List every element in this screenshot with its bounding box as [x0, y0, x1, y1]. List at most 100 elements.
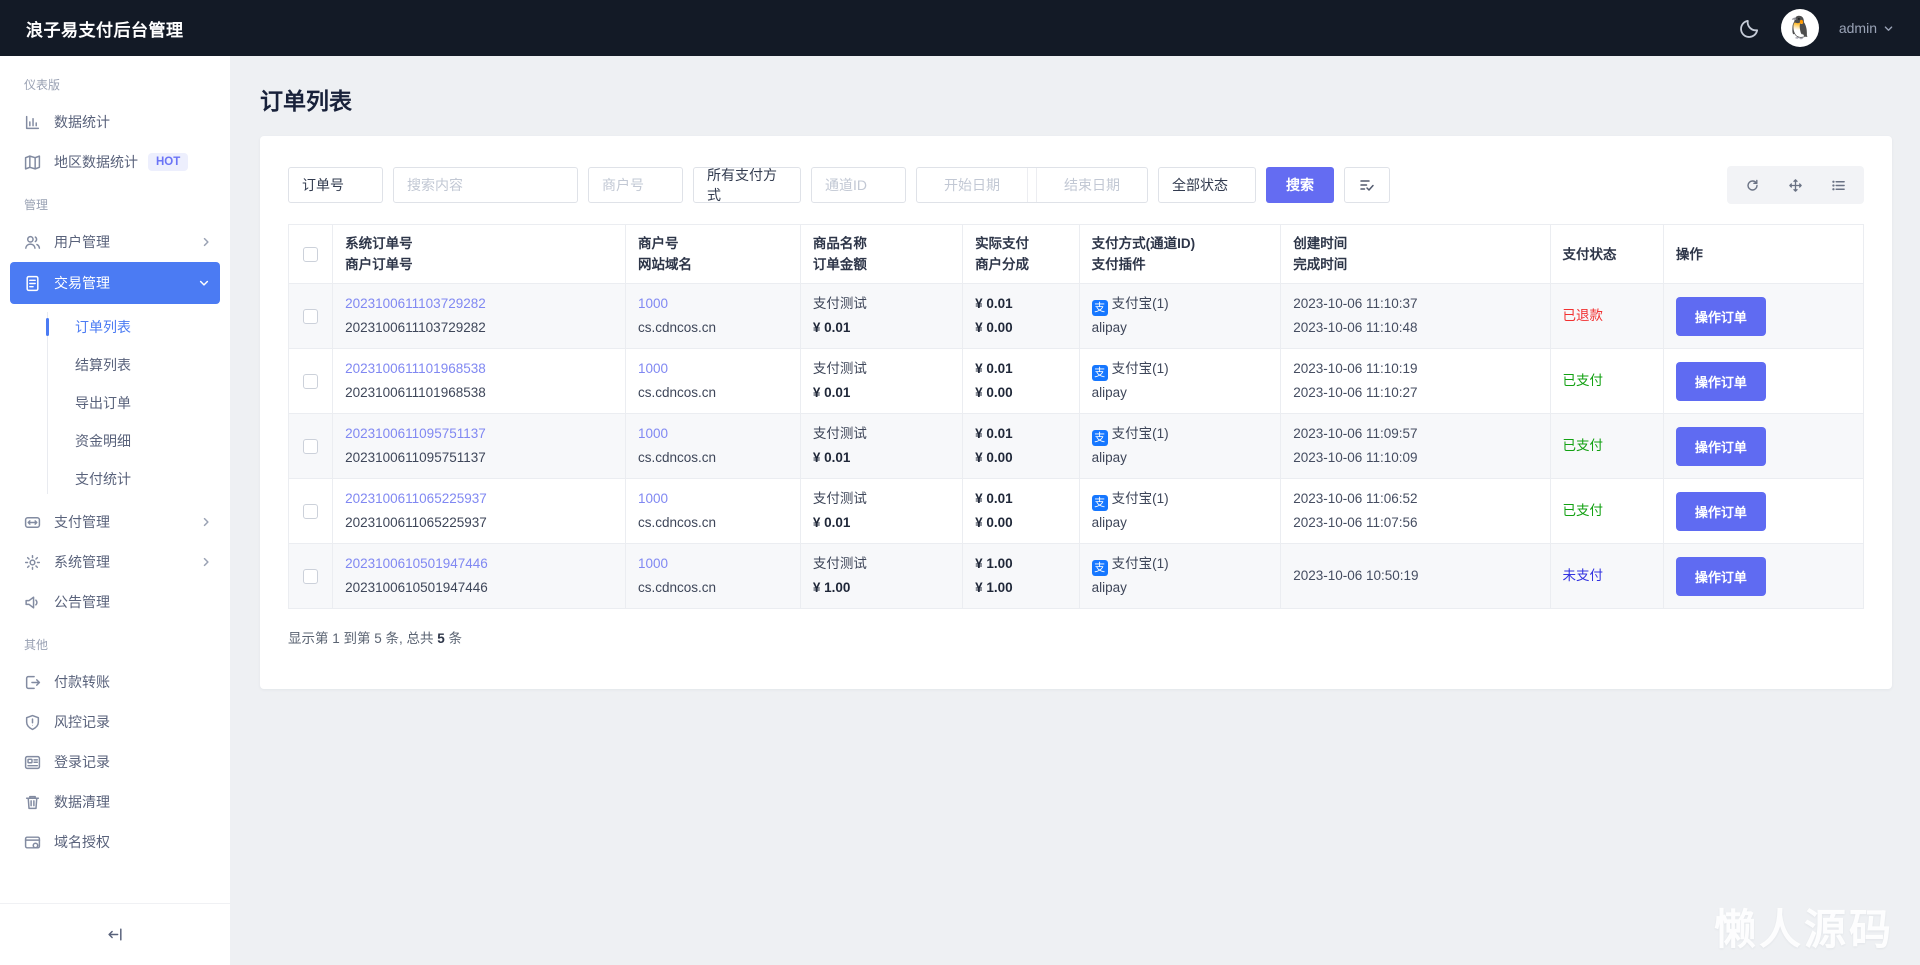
send-out-icon	[24, 674, 41, 691]
sidebar-item-data-stats[interactable]: 数据统计	[0, 102, 230, 142]
sidebar-item-announcement[interactable]: 公告管理	[0, 582, 230, 622]
row-checkbox[interactable]	[303, 374, 318, 389]
sidebar-item-label: 用户管理	[54, 232, 110, 252]
date-range-separator	[1027, 168, 1037, 202]
filter-options-button[interactable]	[1344, 167, 1390, 203]
sidebar-subitem-export-orders[interactable]: 导出订单	[0, 384, 230, 422]
operate-order-button[interactable]: 操作订单	[1676, 492, 1766, 531]
col-created: 创建时间	[1293, 233, 1537, 254]
actual-paid: ¥ 0.01	[975, 292, 1067, 316]
col-share: 商户分成	[975, 254, 1067, 275]
system-order-link[interactable]: 2023100611095751137	[345, 422, 613, 446]
refresh-icon[interactable]	[1745, 178, 1760, 193]
status-badge: 已退款	[1563, 308, 1604, 323]
order-type-select[interactable]: 订单号	[288, 167, 383, 203]
row-checkbox[interactable]	[303, 439, 318, 454]
alipay-icon: 支	[1092, 495, 1108, 511]
sidebar-item-trade-management[interactable]: 交易管理	[10, 262, 220, 304]
system-order-link[interactable]: 2023100611103729282	[345, 292, 613, 316]
sidebar-item-label: 数据统计	[54, 112, 110, 132]
product-name: 支付测试	[813, 357, 950, 381]
created-time: 2023-10-06 11:10:37	[1293, 292, 1537, 316]
fullscreen-move-icon[interactable]	[1788, 178, 1803, 193]
sidebar-item-user-management[interactable]: 用户管理	[0, 222, 230, 262]
sidebar-collapse-button[interactable]	[0, 903, 230, 965]
pay-method-select[interactable]: 所有支付方式	[693, 167, 801, 203]
map-icon	[24, 154, 41, 171]
sidebar-subitem-pay-stats[interactable]: 支付统计	[0, 460, 230, 498]
orders-table: 系统订单号商户订单号 商户号网站域名 商品名称订单金额 实际支付商户分成 支付方…	[288, 224, 1864, 609]
merchant-id-link[interactable]: 1000	[638, 357, 788, 381]
watermark: 懒人源码	[1714, 896, 1894, 957]
alipay-icon: 支	[1092, 430, 1108, 446]
operate-order-button[interactable]: 操作订单	[1676, 427, 1766, 466]
merchant-order-no: 2023100611065225937	[345, 511, 613, 535]
sidebar-item-transfer-payout[interactable]: 付款转账	[0, 662, 230, 702]
column-list-icon[interactable]	[1831, 178, 1846, 193]
sidebar-item-payment-management[interactable]: 支付管理	[0, 502, 230, 542]
app-title: 浪子易支付后台管理	[26, 16, 184, 41]
sidebar-item-login-records[interactable]: 登录记录	[0, 742, 230, 782]
merchant-id-link[interactable]: 1000	[638, 487, 788, 511]
sidebar-subitem-fund-detail[interactable]: 资金明细	[0, 422, 230, 460]
pay-plugin: alipay	[1092, 576, 1269, 600]
search-input[interactable]: 搜索内容	[393, 167, 578, 203]
merchant-id-link[interactable]: 1000	[638, 422, 788, 446]
created-time: 2023-10-06 11:09:57	[1293, 422, 1537, 446]
site-domain: cs.cdncos.cn	[638, 576, 788, 600]
order-amount: ¥ 0.01	[813, 511, 950, 535]
end-date-input[interactable]: 结束日期	[1037, 168, 1147, 202]
col-action: 操作	[1663, 225, 1863, 284]
sidebar-item-region-stats[interactable]: 地区数据统计 HOT	[0, 142, 230, 182]
channel-id-input[interactable]: 通道ID	[811, 167, 906, 203]
merchant-share: ¥ 0.00	[975, 446, 1067, 470]
product-name: 支付测试	[813, 422, 950, 446]
status-select[interactable]: 全部状态	[1158, 167, 1256, 203]
merchant-id-link[interactable]: 1000	[638, 292, 788, 316]
merchant-id-input[interactable]: 商户号	[588, 167, 683, 203]
row-checkbox[interactable]	[303, 569, 318, 584]
avatar[interactable]: 🐧	[1781, 9, 1819, 47]
user-menu[interactable]: admin	[1839, 20, 1894, 36]
merchant-share: ¥ 0.00	[975, 381, 1067, 405]
col-merchant-order: 商户订单号	[345, 254, 613, 275]
start-date-input[interactable]: 开始日期	[917, 168, 1027, 202]
transfer-icon	[24, 514, 41, 531]
sidebar-subitem-order-list[interactable]: 订单列表	[0, 308, 230, 346]
username: admin	[1839, 20, 1877, 36]
created-time: 2023-10-06 11:10:19	[1293, 357, 1537, 381]
sidebar-item-label: 地区数据统计	[54, 152, 138, 172]
chevron-down-icon	[198, 277, 210, 289]
operate-order-button[interactable]: 操作订单	[1676, 297, 1766, 336]
merchant-id-link[interactable]: 1000	[638, 552, 788, 576]
pay-plugin: alipay	[1092, 381, 1269, 405]
system-order-link[interactable]: 2023100610501947446	[345, 552, 613, 576]
system-order-link[interactable]: 2023100611101968538	[345, 357, 613, 381]
dark-mode-moon-icon[interactable]	[1739, 17, 1761, 39]
pay-plugin: alipay	[1092, 316, 1269, 340]
row-checkbox[interactable]	[303, 504, 318, 519]
search-button[interactable]: 搜索	[1266, 167, 1334, 203]
created-time: 2023-10-06 11:06:52	[1293, 487, 1537, 511]
row-checkbox[interactable]	[303, 309, 318, 324]
operate-order-button[interactable]: 操作订单	[1676, 362, 1766, 401]
order-amount: ¥ 0.01	[813, 316, 950, 340]
sidebar-item-data-cleanup[interactable]: 数据清理	[0, 782, 230, 822]
system-order-link[interactable]: 2023100611065225937	[345, 487, 613, 511]
operate-order-button[interactable]: 操作订单	[1676, 557, 1766, 596]
col-amount: 订单金额	[813, 254, 950, 275]
site-domain: cs.cdncos.cn	[638, 511, 788, 535]
trash-icon	[24, 794, 41, 811]
completed-time: 2023-10-06 11:10:27	[1293, 381, 1537, 405]
sidebar-item-domain-auth[interactable]: 域名授权	[0, 822, 230, 862]
sidebar-item-system-management[interactable]: 系统管理	[0, 542, 230, 582]
sidebar-item-label: 风控记录	[54, 712, 110, 732]
select-all-checkbox[interactable]	[303, 247, 318, 262]
product-name: 支付测试	[813, 292, 950, 316]
pay-method: 支付宝(1)	[1112, 361, 1169, 376]
sidebar-item-risk-records[interactable]: 风控记录	[0, 702, 230, 742]
trade-submenu: 订单列表 结算列表 导出订单 资金明细 支付统计	[0, 304, 230, 502]
merchant-order-no: 2023100611095751137	[345, 446, 613, 470]
site-domain: cs.cdncos.cn	[638, 446, 788, 470]
sidebar-subitem-settle-list[interactable]: 结算列表	[0, 346, 230, 384]
